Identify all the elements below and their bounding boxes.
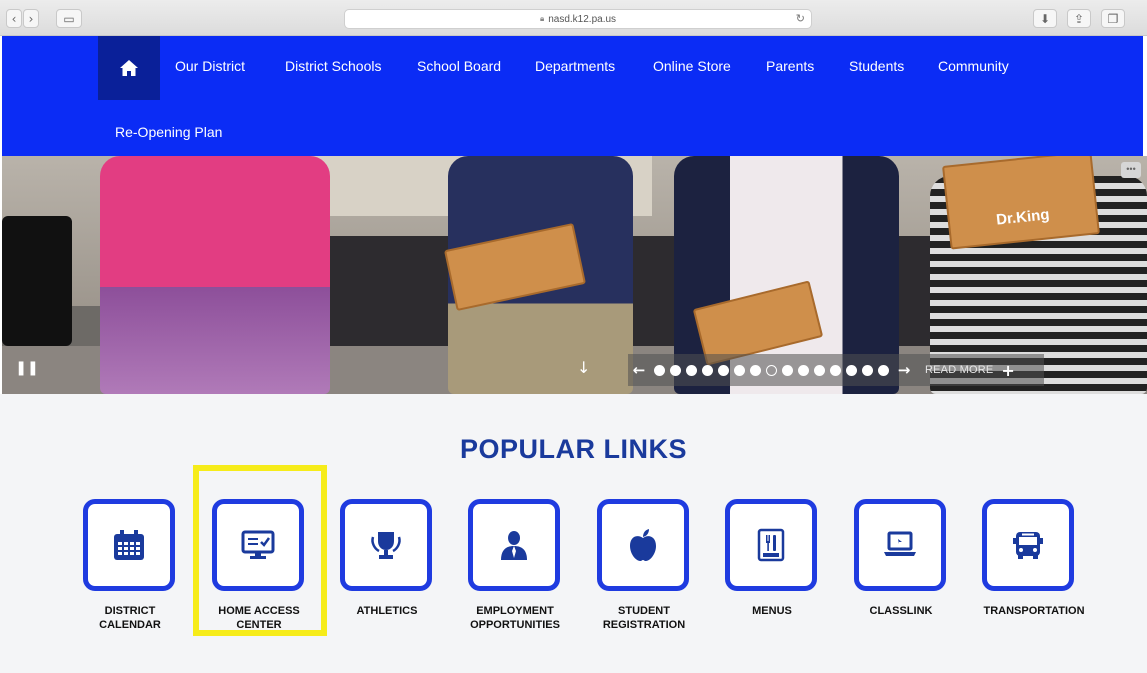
slide-controls: ← → READ MORE +	[628, 354, 1044, 386]
chat-icon[interactable]: •••	[1121, 162, 1141, 178]
url-text: nasd.k12.pa.us	[548, 13, 617, 25]
share-icon[interactable]: ⇪	[1067, 9, 1091, 28]
scroll-down-icon[interactable]: ↓	[577, 358, 590, 377]
calendar-icon	[114, 530, 144, 560]
slide-dot[interactable]	[718, 364, 729, 376]
slide-dot[interactable]	[750, 364, 761, 376]
back-icon[interactable]: ‹	[6, 9, 22, 28]
slide-dot-active[interactable]	[766, 364, 777, 376]
slide-dots	[654, 364, 889, 376]
person-icon	[501, 531, 527, 560]
tile-athletics[interactable]	[340, 499, 432, 591]
lock-icon: 🔒︎	[539, 14, 545, 23]
label-line-2: CALENDAR	[99, 619, 161, 631]
popular-links-section: POPULAR LINKS DISTRICT CALENDAR HOME ACC…	[0, 394, 1147, 673]
tile-classlink[interactable]	[854, 499, 946, 591]
slide-dot[interactable]	[670, 364, 681, 376]
label-line-1: STUDENT	[618, 605, 670, 617]
slide-dot[interactable]	[782, 364, 793, 376]
tile-label-transportation[interactable]: TRANSPORTATION	[964, 604, 1104, 618]
tabs-icon[interactable]: ❐	[1101, 9, 1125, 28]
tile-label-athletics[interactable]: ATHLETICS	[317, 604, 457, 618]
main-navigation: Our District District Schools School Boa…	[2, 36, 1143, 156]
tile-menus[interactable]	[725, 499, 817, 591]
nav-school-board[interactable]: School Board	[417, 58, 501, 74]
label-line-1: MENUS	[752, 605, 792, 617]
highlight-box	[193, 465, 327, 636]
laptop-icon	[884, 531, 916, 556]
trophy-icon	[371, 532, 401, 559]
label-line-2: REGISTRATION	[602, 619, 686, 631]
nav-students[interactable]: Students	[849, 58, 904, 74]
slide-dot[interactable]	[702, 364, 713, 376]
slide-dot[interactable]	[686, 364, 697, 376]
tile-label-classlink[interactable]: CLASSLINK	[831, 604, 971, 618]
slide-dot[interactable]	[846, 364, 857, 376]
home-icon	[120, 60, 138, 76]
hero-slideshow: Dr.King ••• ❚❚ ↓ ← → READ MORE +	[2, 156, 1147, 394]
slide-dot[interactable]	[814, 364, 825, 376]
browser-toolbar: ‹ › ▭ 🔒︎ nasd.k12.pa.us ↻ ⬇ ⇪ ❐	[0, 0, 1147, 36]
nav-reopening-plan[interactable]: Re-Opening Plan	[115, 124, 222, 140]
tile-label-employment-opportunities[interactable]: EMPLOYMENT OPPORTUNITIES	[445, 604, 585, 632]
plus-icon[interactable]: +	[1001, 361, 1014, 380]
label-line-1: TRANSPORTATION	[983, 605, 1085, 617]
slide-dot[interactable]	[734, 364, 745, 376]
next-arrow-icon[interactable]: →	[893, 361, 915, 379]
hero-photo-chair	[2, 216, 72, 346]
address-bar[interactable]: 🔒︎ nasd.k12.pa.us ↻	[344, 9, 812, 29]
nav-our-district[interactable]: Our District	[175, 58, 245, 74]
tile-employment-opportunities[interactable]	[468, 499, 560, 591]
label-line-1: DISTRICT	[104, 605, 156, 617]
label-line-1: EMPLOYMENT	[476, 605, 554, 617]
tile-label-menus[interactable]: MENUS	[702, 604, 842, 618]
nav-district-schools[interactable]: District Schools	[285, 58, 381, 74]
label-line-2: OPPORTUNITIES	[470, 619, 560, 631]
pause-button[interactable]: ❚❚	[12, 356, 42, 380]
popular-links-title: POPULAR LINKS	[459, 434, 687, 464]
read-more-link[interactable]: READ MORE	[925, 364, 993, 376]
nav-online-store[interactable]: Online Store	[653, 58, 731, 74]
book-title: Dr.King	[995, 206, 1051, 229]
menu-icon	[757, 528, 785, 562]
forward-icon[interactable]: ›	[23, 9, 39, 28]
slide-dot[interactable]	[862, 364, 873, 376]
label-line-1: CLASSLINK	[869, 605, 933, 617]
tile-label-district-calendar[interactable]: DISTRICT CALENDAR	[60, 604, 200, 632]
slide-dot[interactable]	[798, 364, 809, 376]
slide-dot[interactable]	[878, 364, 889, 376]
hero-photo-student-1	[100, 156, 330, 394]
tile-student-registration[interactable]	[597, 499, 689, 591]
nav-parents[interactable]: Parents	[766, 58, 814, 74]
sidebar-icon[interactable]: ▭	[56, 9, 82, 28]
apple-icon	[630, 529, 656, 561]
label-line-1: ATHLETICS	[356, 605, 418, 617]
tile-district-calendar[interactable]	[83, 499, 175, 591]
nav-departments[interactable]: Departments	[535, 58, 615, 74]
bus-icon	[1013, 532, 1043, 559]
nav-community[interactable]: Community	[938, 58, 1009, 74]
reload-icon[interactable]: ↻	[796, 12, 805, 25]
slide-dot[interactable]	[830, 364, 841, 376]
tile-label-student-registration[interactable]: STUDENT REGISTRATION	[574, 604, 714, 632]
download-icon[interactable]: ⬇	[1033, 9, 1057, 28]
tile-transportation[interactable]	[982, 499, 1074, 591]
slide-dot[interactable]	[654, 364, 665, 376]
hero-photo-book-3: Dr.King	[942, 156, 1100, 250]
previous-arrow-icon[interactable]: ←	[628, 361, 650, 379]
home-button[interactable]	[98, 36, 160, 100]
